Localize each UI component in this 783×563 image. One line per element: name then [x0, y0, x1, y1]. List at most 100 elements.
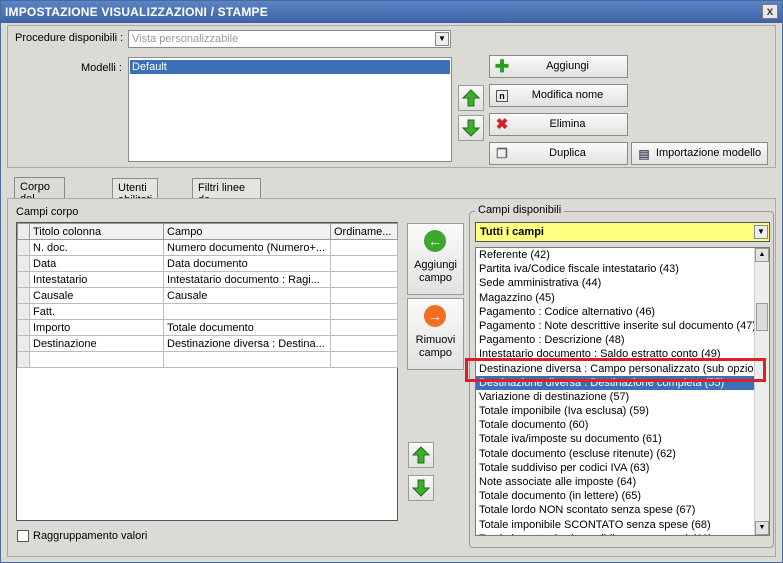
- table-cell[interactable]: [330, 351, 398, 368]
- list-item[interactable]: Pagamento : Descrizione (48): [476, 333, 754, 347]
- row-selector[interactable]: [17, 303, 30, 320]
- table-row[interactable]: [17, 351, 398, 368]
- list-item[interactable]: Totale documento (escluse ritenute) (62): [476, 447, 754, 461]
- table-cell[interactable]: [330, 335, 398, 352]
- list-item[interactable]: Totale iva/imposte su documento (61): [476, 432, 754, 446]
- modelli-list[interactable]: Default: [128, 57, 452, 162]
- table-cell[interactable]: Importo: [29, 319, 164, 336]
- table-cell[interactable]: [29, 351, 164, 368]
- chevron-down-icon[interactable]: ▼: [754, 225, 768, 239]
- list-item[interactable]: Sede amministrativa (44): [476, 276, 754, 290]
- scroll-up-icon[interactable]: ▲: [755, 248, 769, 262]
- elimina-button[interactable]: ✖ Elimina: [489, 113, 628, 136]
- list-item[interactable]: Magazzino (45): [476, 291, 754, 305]
- list-item[interactable]: Referente (42): [476, 248, 754, 262]
- modifica-nome-button[interactable]: n Modifica nome: [489, 84, 628, 107]
- tab-corpo-del-modello[interactable]: Corpo del modello: [14, 177, 65, 217]
- campi-corpo-grid[interactable]: Titolo colonna Campo Ordiname... N. doc.…: [16, 222, 398, 521]
- list-item[interactable]: Totale documento (60): [476, 418, 754, 432]
- procedure-select[interactable]: Vista personalizzabile ▼: [128, 30, 451, 48]
- table-row[interactable]: Fatt.: [17, 303, 398, 320]
- table-cell[interactable]: [330, 271, 398, 288]
- modelli-item-default[interactable]: Default: [130, 60, 450, 74]
- list-scrollbar[interactable]: ▲ ▼: [754, 248, 769, 535]
- row-selector[interactable]: [17, 255, 30, 272]
- table-cell[interactable]: Causale: [163, 287, 331, 304]
- list-item[interactable]: Variazione di destinazione (57): [476, 390, 754, 404]
- campi-filter-select[interactable]: Tutti i campi ▼: [475, 222, 770, 242]
- dialog-window: IMPOSTAZIONE VISUALIZZAZIONI / STAMPE x …: [0, 0, 783, 563]
- close-button[interactable]: x: [762, 4, 778, 19]
- move-down-button[interactable]: [458, 115, 484, 141]
- table-row[interactable]: Intestatario Intestatario documento : Rag…: [17, 271, 398, 288]
- campi-disponibili-list[interactable]: Referente (42) Partita iva/Codice fiscale…: [475, 247, 770, 536]
- raggruppamento-checkbox[interactable]: [17, 530, 29, 542]
- column-header[interactable]: Titolo colonna: [29, 223, 164, 240]
- row-selector[interactable]: [17, 239, 30, 256]
- campi-corpo-label: Campi corpo: [16, 206, 79, 218]
- aggiungi-campo-button[interactable]: ← Aggiungi campo: [407, 223, 464, 295]
- tab-filtri-linee[interactable]: Filtri linee da visualizzare: [192, 178, 262, 218]
- aggiungi-button[interactable]: ✚ Aggiungi: [489, 55, 628, 78]
- importazione-modello-button[interactable]: ▤ Importazione modello: [631, 142, 768, 165]
- list-item[interactable]: Totale imponibile (Iva esclusa) (59): [476, 404, 754, 418]
- table-row[interactable]: N. doc. Numero documento (Numero+...: [17, 239, 398, 256]
- list-item[interactable]: Totale documento (in lettere) (65): [476, 489, 754, 503]
- table-cell[interactable]: Destinazione: [29, 335, 164, 352]
- table-cell[interactable]: [163, 303, 331, 320]
- list-item[interactable]: Intestatario documento : Saldo estratto …: [476, 347, 754, 361]
- table-row[interactable]: Causale Causale: [17, 287, 398, 304]
- row-selector[interactable]: [17, 287, 30, 304]
- table-row[interactable]: Destinazione Destinazione diversa : Desti…: [17, 335, 398, 352]
- list-item[interactable]: Pagamento : Codice alternativo (46): [476, 305, 754, 319]
- arrow-right-icon: →: [424, 305, 446, 327]
- table-cell[interactable]: Totale documento: [163, 319, 331, 336]
- table-cell[interactable]: [330, 239, 398, 256]
- column-header[interactable]: Campo: [163, 223, 331, 240]
- table-cell[interactable]: Causale: [29, 287, 164, 304]
- move-up-button[interactable]: [458, 85, 484, 111]
- list-item[interactable]: Totale imposte (su imponibile senza spes…: [476, 532, 754, 535]
- tab-utenti-abilitati[interactable]: Utenti abilitati: [112, 178, 159, 206]
- row-selector[interactable]: [17, 335, 30, 352]
- rimuovi-campo-button[interactable]: → Rimuovi campo: [407, 298, 464, 370]
- list-item[interactable]: Partita iva/Codice fiscale intestatario …: [476, 262, 754, 276]
- list-item[interactable]: Totale imponibile SCONTATO senza spese (…: [476, 518, 754, 532]
- arrow-down-icon: [462, 119, 480, 137]
- list-item[interactable]: Destinazione diversa : Destinazione comp…: [476, 375, 754, 390]
- column-header[interactable]: Ordiname...: [330, 223, 398, 240]
- row-selector[interactable]: [17, 319, 30, 336]
- list-item[interactable]: Pagamento : Note descrittive inserite su…: [476, 319, 754, 333]
- importazione-label: Importazione modello: [655, 147, 762, 159]
- scroll-down-icon[interactable]: ▼: [755, 521, 769, 535]
- table-cell[interactable]: [163, 351, 331, 368]
- list-item[interactable]: Destinazione diversa : Campo personalizz…: [476, 362, 754, 376]
- duplica-button[interactable]: ❐ Duplica: [489, 142, 628, 165]
- table-cell[interactable]: Fatt.: [29, 303, 164, 320]
- arrow-up-icon: [462, 89, 480, 107]
- row-selector[interactable]: [17, 271, 30, 288]
- table-cell[interactable]: [330, 303, 398, 320]
- list-item[interactable]: Totale lordo NON scontato senza spese (6…: [476, 503, 754, 517]
- chevron-down-icon[interactable]: ▼: [435, 32, 449, 46]
- list-item[interactable]: Totale suddiviso per codici IVA (63): [476, 461, 754, 475]
- field-move-up-button[interactable]: [408, 442, 434, 468]
- table-cell[interactable]: [330, 319, 398, 336]
- table-cell[interactable]: Data documento: [163, 255, 331, 272]
- row-selector[interactable]: [17, 351, 30, 368]
- table-cell[interactable]: [330, 287, 398, 304]
- list-item[interactable]: Note associate alle imposte (64): [476, 475, 754, 489]
- campi-disponibili-label: Campi disponibili: [475, 204, 565, 216]
- scroll-thumb[interactable]: [756, 303, 768, 331]
- table-cell[interactable]: Numero documento (Numero+...: [163, 239, 331, 256]
- table-cell[interactable]: [330, 255, 398, 272]
- field-move-down-button[interactable]: [408, 475, 434, 501]
- table-cell[interactable]: N. doc.: [29, 239, 164, 256]
- table-row[interactable]: Data Data documento: [17, 255, 398, 272]
- rimuovi-campo-label-2: campo: [418, 347, 453, 359]
- table-cell[interactable]: Intestatario documento : Ragi...: [163, 271, 331, 288]
- table-cell[interactable]: Data: [29, 255, 164, 272]
- table-row[interactable]: Importo Totale documento: [17, 319, 398, 336]
- table-cell[interactable]: Intestatario: [29, 271, 164, 288]
- table-cell[interactable]: Destinazione diversa : Destina...: [163, 335, 331, 352]
